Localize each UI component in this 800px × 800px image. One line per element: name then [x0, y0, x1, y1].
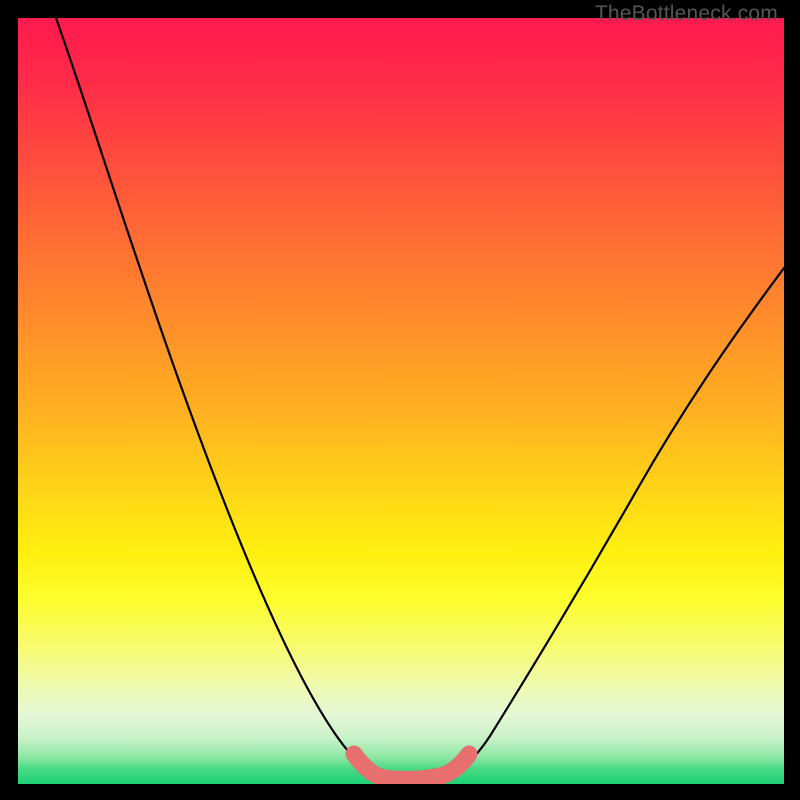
plot-area — [18, 18, 784, 784]
curve-svg — [18, 18, 784, 784]
optimal-zone-overlay — [354, 754, 469, 779]
bottleneck-curve-path — [56, 18, 784, 779]
chart-frame: TheBottleneck.com — [0, 0, 800, 800]
